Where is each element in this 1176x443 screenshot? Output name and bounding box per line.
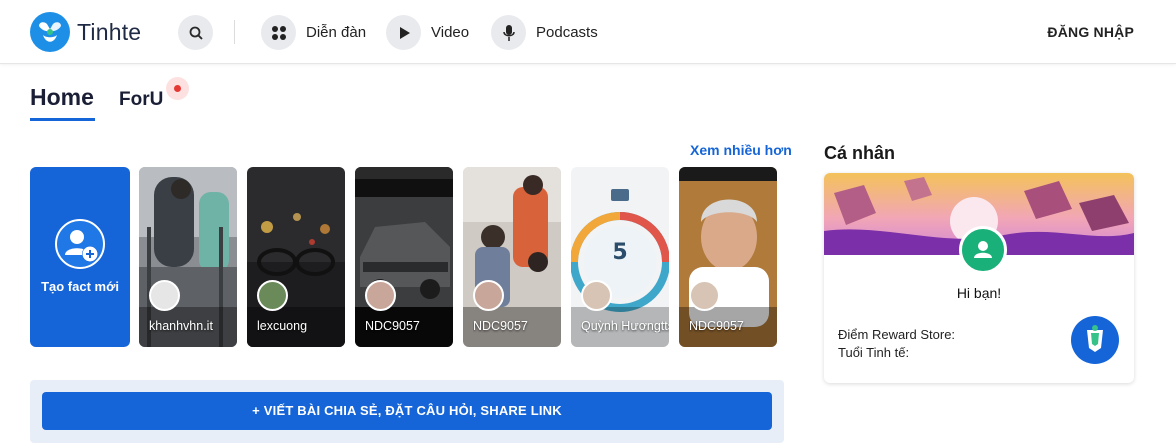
nav-forum[interactable]: Diễn đàn	[261, 15, 366, 50]
play-icon	[386, 15, 421, 50]
story-card[interactable]: khanhvhn.it	[139, 167, 237, 347]
story-card[interactable]: NDC9057	[463, 167, 561, 347]
create-fact-label: Tạo fact mới	[41, 279, 119, 294]
search-button[interactable]	[178, 15, 213, 50]
avatar	[689, 280, 720, 311]
site-logo[interactable]: Tinhte	[30, 12, 141, 52]
search-icon	[189, 26, 203, 40]
story-author: NDC9057	[689, 319, 744, 333]
personal-section-title: Cá nhân	[824, 143, 896, 163]
tinhte-age-label: Tuổi Tinh tế:	[838, 345, 910, 360]
tab-home[interactable]: Home	[30, 84, 94, 111]
nav-video[interactable]: Video	[386, 15, 469, 50]
svg-text:5: 5	[612, 240, 627, 265]
tab-foru[interactable]: ForU	[119, 89, 163, 111]
see-more-link[interactable]: Xem nhiều hơn	[690, 142, 792, 158]
story-author: NDC9057	[473, 319, 528, 333]
reward-store-label: Điểm Reward Store:	[838, 327, 956, 342]
site-logo-text: Tinhte	[77, 18, 142, 45]
avatar	[365, 280, 396, 311]
story-author: lexcuong	[257, 319, 308, 333]
nav-podcasts-label: Podcasts	[536, 24, 598, 41]
avatar	[257, 280, 288, 311]
grid-icon	[261, 15, 296, 50]
story-author: NDC9057	[365, 319, 420, 333]
story-card[interactable]: 5 Quỳnh Hươngtts	[571, 167, 669, 347]
avatar	[149, 280, 180, 311]
story-author: Quỳnh Hươngtts	[581, 319, 669, 333]
greeting-text: Hi bạn!	[956, 285, 1002, 301]
story-card[interactable]: NDC9057	[679, 167, 777, 347]
profile-card: Hi bạn! Điểm Reward Store: Tuổi Tinh tế:	[824, 173, 1134, 383]
login-button[interactable]: ĐĂNG NHẬP	[1047, 24, 1134, 40]
microphone-icon	[491, 15, 526, 50]
story-card[interactable]: lexcuong	[247, 167, 345, 347]
top-navigation-bar: Tinhte Diễn đàn Video Podcasts ĐĂNG NHẬP	[0, 0, 1176, 64]
header-divider	[234, 20, 235, 44]
notification-dot-icon	[166, 77, 189, 100]
nav-video-label: Video	[431, 24, 470, 41]
reward-badge-icon	[1071, 316, 1119, 364]
add-user-icon	[55, 219, 105, 269]
avatar	[581, 280, 612, 311]
tab-home-active-indicator	[30, 118, 95, 121]
story-card[interactable]: NDC9057	[355, 167, 453, 347]
story-author: khanhvhn.it	[149, 319, 213, 333]
avatar[interactable]	[959, 226, 1007, 274]
nav-forum-label: Diễn đàn	[306, 24, 367, 41]
create-fact-card[interactable]: Tạo fact mới	[30, 167, 130, 347]
tinhte-logo-icon	[30, 12, 70, 52]
write-post-button[interactable]: + VIẾT BÀI CHIA SẺ, ĐẶT CÂU HỎI, SHARE L…	[42, 392, 772, 430]
nav-podcasts[interactable]: Podcasts	[491, 15, 598, 50]
avatar	[473, 280, 504, 311]
